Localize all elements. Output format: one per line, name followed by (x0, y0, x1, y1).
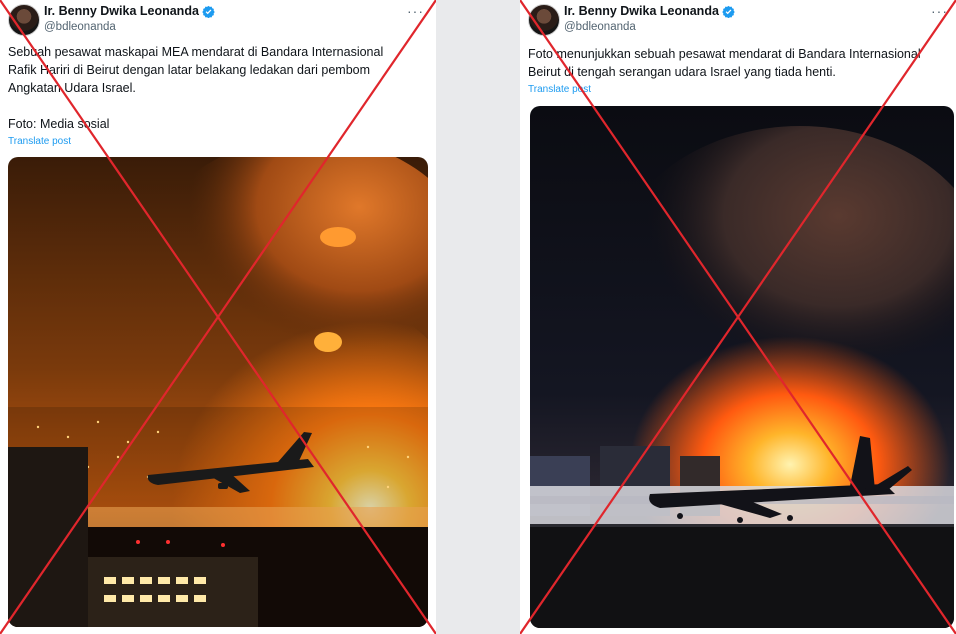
author-handle[interactable]: @bdleonanda (564, 21, 636, 33)
post-photo[interactable] (530, 106, 954, 628)
author-row: Ir. Benny Dwika Leonanda (564, 4, 735, 18)
left-tweet-card: Ir. Benny Dwika Leonanda @bdleonanda ···… (0, 0, 436, 634)
author-row: Ir. Benny Dwika Leonanda (44, 4, 215, 18)
author-name[interactable]: Ir. Benny Dwika Leonanda (564, 4, 719, 18)
tweet-header: Ir. Benny Dwika Leonanda @bdleonanda ··· (8, 3, 436, 37)
post-text: Sebuah pesawat maskapai MEA mendarat di … (8, 45, 384, 131)
more-options-icon[interactable]: ··· (931, 4, 948, 18)
translate-post-link[interactable]: Translate post (528, 84, 591, 95)
post-text: Foto menunjukkan sebuah pesawat mendarat… (528, 47, 921, 79)
post-photo[interactable] (8, 157, 428, 627)
verified-badge-icon (202, 5, 215, 18)
translate-post-link[interactable]: Translate post (8, 136, 71, 147)
verified-badge-icon (722, 5, 735, 18)
avatar[interactable] (8, 4, 40, 36)
author-handle[interactable]: @bdleonanda (44, 21, 116, 33)
author-name[interactable]: Ir. Benny Dwika Leonanda (44, 4, 199, 18)
avatar[interactable] (528, 4, 560, 36)
right-tweet-card: Ir. Benny Dwika Leonanda @bdleonanda ···… (520, 0, 956, 634)
more-options-icon[interactable]: ··· (407, 4, 424, 18)
tweet-header: Ir. Benny Dwika Leonanda @bdleonanda ··· (528, 3, 956, 37)
